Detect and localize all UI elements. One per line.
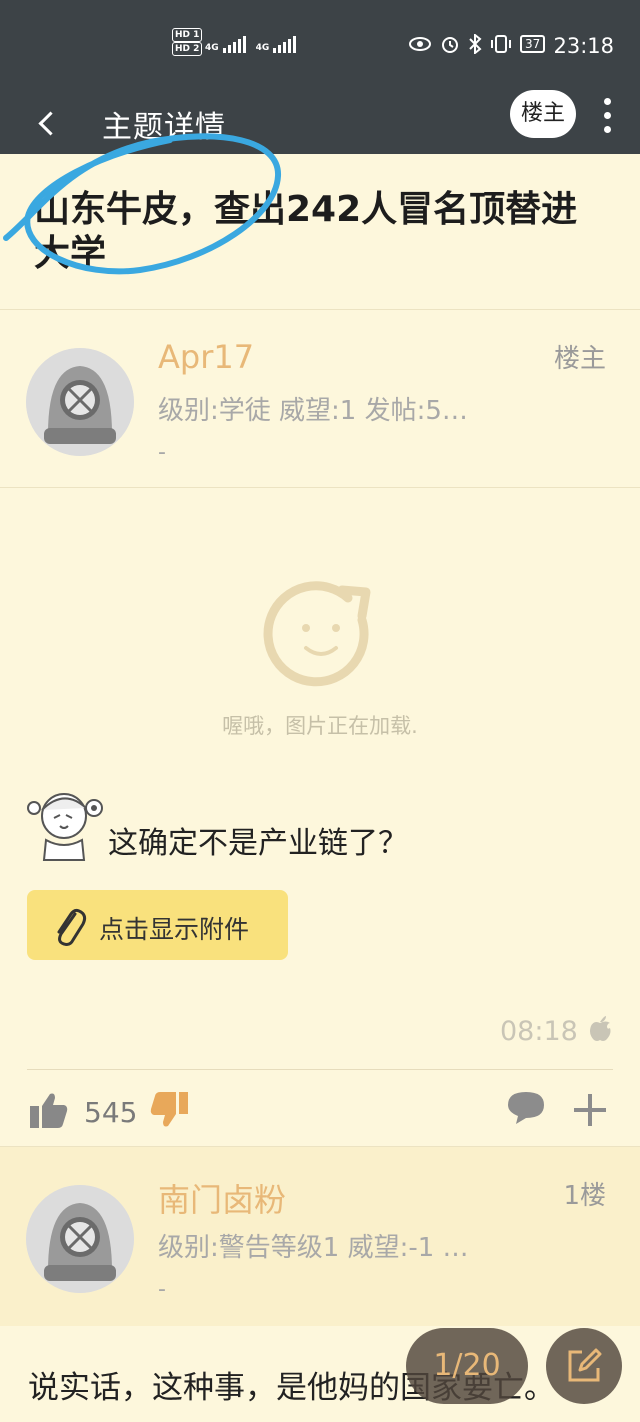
edit-icon [568,1348,602,1382]
username[interactable]: 南门卤粉 [158,1175,286,1221]
network-indicator: HD 1 HD 2 [172,28,203,56]
bluetooth-icon [469,34,482,54]
user-meta: 级别:学徒 威望:1 发帖:5… [158,396,468,426]
post-actions: 545 [0,1070,640,1146]
status-bar: HD 1 HD 2 4G 4G 37 23:18 [0,0,640,90]
avatar[interactable] [26,1185,134,1293]
title-bar: 主题详情 楼主 [0,90,640,154]
user-signature: - [158,440,166,465]
attachment-label: 点击显示附件 [99,915,250,944]
avatar[interactable] [26,348,134,456]
post-time: 08:18 [500,1016,578,1047]
battery-icon: 37 [520,35,546,53]
topic-title: 山东牛皮，查出242人冒名顶替进大学 [34,189,578,274]
hd2-badge: HD 2 [172,42,203,56]
paperclip-icon [57,908,87,946]
anime-sticker-icon [27,793,103,861]
page-indicator-button[interactable]: 1/20 [406,1328,528,1404]
thumbs-up-icon[interactable] [30,1092,68,1128]
post-content: 这确定不是产业链了？ [108,826,408,861]
plus-icon[interactable] [572,1092,608,1128]
show-attachment-button[interactable]: 点击显示附件 [27,890,288,960]
topic-header: 山东牛皮，查出242人冒名顶替进大学 [0,154,640,310]
eye-icon [409,37,431,51]
floor-label: 1楼 [563,1181,606,1211]
username[interactable]: Apr17 [158,338,254,376]
back-icon[interactable] [30,100,70,144]
user-meta: 级别:警告等级1 威望:-1 … [158,1233,469,1263]
diving-helmet-icon [26,1185,134,1293]
like-count: 545 [84,1096,138,1129]
vibrate-icon [491,35,511,53]
reply-header: 南门卤粉 1楼 级别:警告等级1 威望:-1 … - [0,1146,640,1326]
clock: 23:18 [553,34,614,58]
thumbs-down-icon[interactable] [150,1092,188,1128]
signal-label-2: 4G [255,43,270,53]
comment-icon[interactable] [506,1090,546,1126]
apple-icon [590,1016,611,1041]
more-menu-icon[interactable] [596,94,620,138]
image-loading-placeholder: 喔哦，图片正在加载. [0,570,640,750]
post-header: Apr17 楼主 级别:学徒 威望:1 发帖:5… - [0,310,640,488]
diving-helmet-icon [26,348,134,456]
loading-text: 喔哦，图片正在加载. [222,714,418,738]
compose-button[interactable] [546,1328,622,1404]
loading-smiley-icon [263,581,371,687]
status-icons: 37 [408,34,546,54]
owner-only-button[interactable]: 楼主 [510,90,576,138]
alarm-icon [442,37,458,53]
user-signature: - [158,1277,166,1302]
page-title: 主题详情 [102,110,226,145]
signal-icon: 4G 4G [205,36,297,53]
hd1-badge: HD 1 [172,28,203,42]
signal-label-1: 4G [205,43,219,53]
floor-label: 楼主 [553,344,606,374]
